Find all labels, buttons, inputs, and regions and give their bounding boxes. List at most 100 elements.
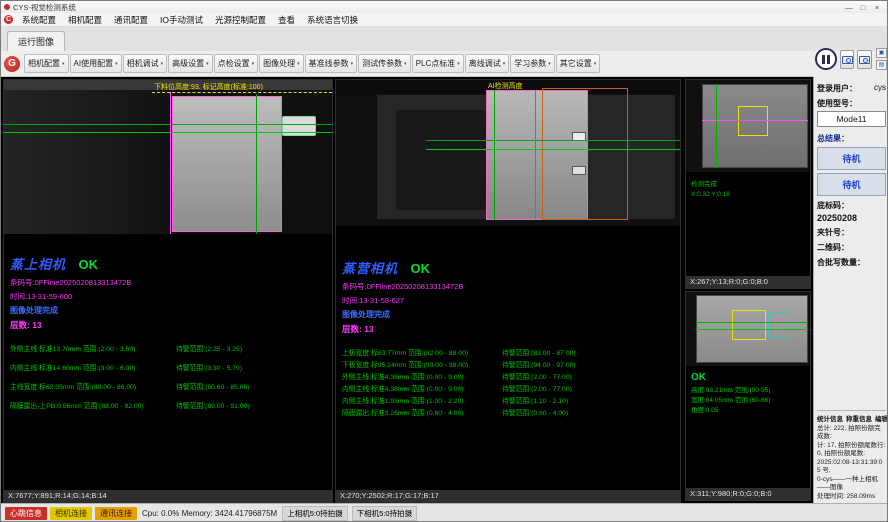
pixel-coord-readout: X:7677;Y:891;R:14;G:14;B:14 <box>4 490 332 502</box>
model-select[interactable]: Mode11 <box>817 111 886 127</box>
measurement-row: 内侧主线:标准14.60mm 范围:(3.00 - 6.00) 待警范围:(3.… <box>10 362 326 381</box>
menu-item[interactable]: IO手动测试 <box>154 14 209 26</box>
stats-line: 总计: 222, 拍照份额完成数: <box>817 425 886 442</box>
machinery-region <box>4 90 180 234</box>
overlay-hline-1 <box>4 124 332 125</box>
reference-dashed-line <box>152 92 332 93</box>
window-title: CYS-视觉检测系统 <box>13 2 76 13</box>
toolbar-button[interactable]: 离线调试▾ <box>465 54 510 73</box>
roi-box <box>732 310 766 340</box>
result-info-top: 蒸上相机 OK 条码号:0FFline2025020813313472B 时间:… <box>4 234 332 419</box>
aux-measurement-line: 角度:0.05 <box>691 406 805 416</box>
layer-count-text: 层数: 13 <box>10 319 326 331</box>
menu-item[interactable]: 光源控制配置 <box>209 14 272 26</box>
tab-run-image[interactable]: 运行图像 <box>7 31 65 51</box>
overlay-hline-2 <box>426 149 680 150</box>
pause-button[interactable] <box>815 48 837 70</box>
chevron-down-icon: ▾ <box>351 61 354 67</box>
chevron-down-icon: ▾ <box>503 61 506 67</box>
stats-line: 计: 17, 拍照份额尾数行: <box>817 442 886 451</box>
menu-item[interactable]: 系统语言切换 <box>301 14 364 26</box>
stats-lines: 总计: 222, 拍照份额完成数:计: 17, 拍照份额尾数行:0, 拍照份额尾… <box>817 425 886 502</box>
toolbar-button[interactable]: AI使用配置▾ <box>70 54 122 73</box>
menu-item[interactable]: 通讯配置 <box>108 14 154 26</box>
result-indicator: 待机 <box>817 173 886 196</box>
stats-tab[interactable]: 称重信息 <box>846 413 872 423</box>
stats-tab[interactable]: 编辑信息 <box>875 413 888 423</box>
camera-image-side[interactable]: AI检测高度 <box>336 80 680 226</box>
app-window: CYS-视觉检测系统 — □ × C 系统配置相机配置通讯配置IO手动测试光源控… <box>0 0 888 522</box>
toolbar-button[interactable]: PLC点标准▾ <box>412 54 464 73</box>
chevron-down-icon: ▾ <box>115 61 118 67</box>
status-badge: 相机连接 <box>50 507 92 520</box>
app-logo-icon: C <box>4 15 13 24</box>
barcode-text: 条码号:0FFline2025020813313472B <box>10 277 326 288</box>
camera-image-top[interactable]: 下料位高度:93. 标记高度(标准:100) <box>4 80 332 234</box>
chevron-down-icon: ▾ <box>457 61 460 67</box>
stats-line: 0-cys——一种上相机——图像 <box>817 476 886 493</box>
pixel-coord-readout: X:311;Y:980;R:0;G:0;B:0 <box>686 488 810 500</box>
result-box-list: 待机待机 <box>817 144 886 196</box>
measurement-row: 内侧主线:标准1.93mm 范围:(1.00 - 2.20) 待警范围:(1.1… <box>342 395 674 407</box>
close-button[interactable]: × <box>870 3 884 12</box>
overlay-vline <box>256 94 257 234</box>
toolbar-button[interactable]: 相机调试▾ <box>123 54 168 73</box>
result-indicator: 待机 <box>817 147 886 170</box>
base-code-label: 底标码： <box>817 200 886 211</box>
menu-item[interactable]: 查看 <box>272 14 301 26</box>
batch-count-label: 合批写数量： <box>817 257 886 268</box>
stats-tab[interactable]: 统计信息 <box>817 413 843 423</box>
overlay-hline-2 <box>696 329 808 330</box>
camera-image-aux-top[interactable] <box>686 80 810 172</box>
process-status-text: 图像处理完成 <box>342 309 674 320</box>
roi-box <box>738 106 768 136</box>
toolbar-button[interactable]: 其它设置▾ <box>556 54 601 73</box>
panel-toggle-top-button[interactable]: ▣ <box>876 48 887 58</box>
toolbar-button[interactable]: 点检设置▾ <box>214 54 259 73</box>
camera-capture-button[interactable] <box>857 50 872 69</box>
menu-item[interactable]: 系统配置 <box>16 14 62 26</box>
camera-icon <box>842 56 853 64</box>
measurement-row: 主线宽度:标62.05mm 范围:(80.00 - 86.00) 待警范围:(8… <box>10 381 326 400</box>
aux-measurements: 高度:93.21mm 范围:(90-95)宽度:64.05mm 范围:(60-6… <box>686 383 810 416</box>
toolbar-button[interactable]: 基准线参数▾ <box>305 54 358 73</box>
part-region <box>172 96 282 232</box>
toolbar-button[interactable]: 图像处理▾ <box>259 54 304 73</box>
measurement-row: 隔膜露出-上PB:0.56mm 范围:(88.00 - 92.00) 待警范围:… <box>10 400 326 419</box>
chevron-down-icon: ▾ <box>62 61 65 67</box>
stats-line: 2025:02:08-13:31:39:05 号, <box>817 459 886 476</box>
camera-title: 蒸营相机 <box>342 261 398 276</box>
panel-toggle-bottom-button[interactable]: ▤ <box>876 60 887 70</box>
toolbar-button[interactable]: 相机配置▾ <box>24 54 69 73</box>
status-badges: 心跳信息相机连接通讯连接 <box>5 507 137 520</box>
maximize-button[interactable]: □ <box>856 3 870 12</box>
content-area: 下料位高度:93. 标记高度(标准:100) 蒸上相机 OK 条码号:0FFli… <box>1 77 888 503</box>
statusbar: 心跳信息相机连接通讯连接 Cpu: 0.0% Memory: 3424.4179… <box>1 503 888 522</box>
machinery-shadow-region <box>396 110 486 210</box>
camera-view-top: 下料位高度:93. 标记高度(标准:100) 蒸上相机 OK 条码号:0FFli… <box>3 79 333 503</box>
measurement-row: 下极宽度:标95.24mm 范围:(93.00 - 98.00) 待警范围:(9… <box>342 359 674 371</box>
toolbar-button[interactable]: 学习参数▾ <box>510 54 555 73</box>
toolbar-button[interactable]: 高级设置▾ <box>168 54 213 73</box>
camera-snapshot-button[interactable] <box>840 50 855 69</box>
measurement-row: 外侧主线:标准13.70mm 范围:(2.00 - 3.50) 待警范围:(2.… <box>10 343 326 362</box>
chevron-down-icon: ▾ <box>404 61 407 67</box>
connector-region <box>282 116 316 136</box>
app-icon <box>4 4 10 10</box>
ai-roi-box <box>542 88 628 220</box>
minimize-button[interactable]: — <box>842 3 856 12</box>
process-status-text: 图像处理完成 <box>10 305 326 316</box>
chevron-down-icon: ▾ <box>548 61 551 67</box>
overlay-vline-1 <box>494 90 495 220</box>
brand-logo-icon: G <box>4 56 20 72</box>
stats-line: 0, 拍照份额尾数: <box>817 450 886 459</box>
chevron-down-icon: ▾ <box>206 61 209 67</box>
window-controls: — □ × <box>842 3 884 12</box>
toolbar-button[interactable]: 测试传参数▾ <box>358 54 411 73</box>
camera-status-chip: 上相机5:0持拍摄 <box>282 506 347 521</box>
barcode-text: 条码号:0FFline2025020813313472B <box>342 281 674 292</box>
menu-item[interactable]: 相机配置 <box>62 14 108 26</box>
login-row: 登录用户： cys <box>817 83 886 94</box>
camera-image-aux-bottom[interactable] <box>686 292 810 366</box>
ai-height-overlay-label: AI检测高度 <box>488 81 523 91</box>
